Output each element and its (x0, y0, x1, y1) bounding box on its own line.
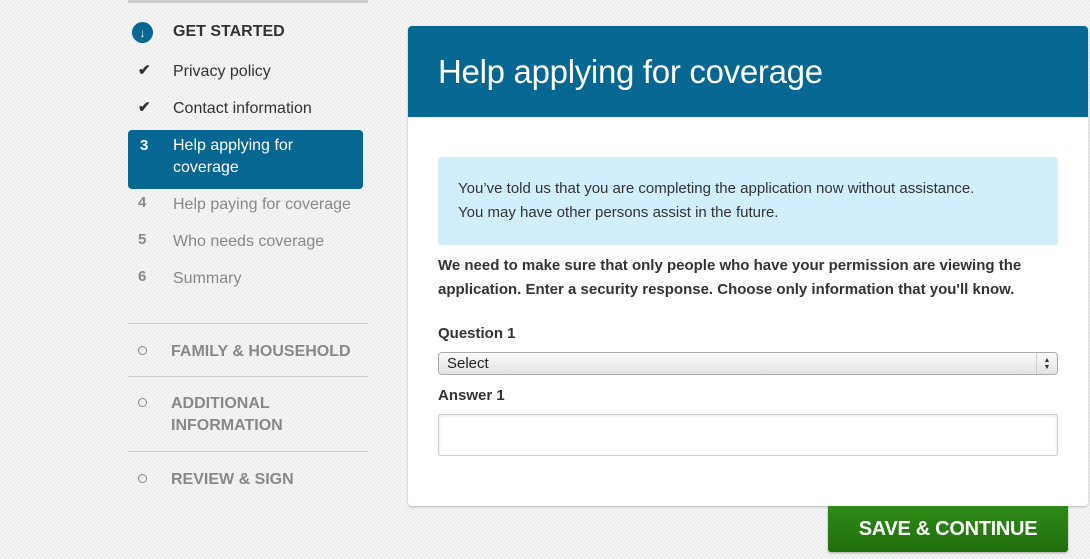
step-summary: 6 Summary (128, 268, 363, 290)
section-family-household: FAMILY & HOUSEHOLD (128, 341, 368, 363)
info-text-line-1: You’ve told us that you are completing t… (458, 180, 975, 197)
step-number: 3 (140, 137, 149, 154)
step-help-paying: 4 Help paying for coverage (128, 194, 363, 216)
divider (128, 323, 368, 324)
section-label: FAMILY & HOUSEHOLD (171, 343, 351, 360)
info-alert: You’ve told us that you are completing t… (438, 157, 1058, 245)
security-instructions: We need to make sure that only people wh… (438, 257, 1022, 298)
select-value: Select (447, 355, 489, 372)
divider (128, 451, 368, 452)
circle-outline-icon (138, 474, 147, 483)
step-number: 5 (138, 231, 147, 248)
sidebar-top-divider (128, 0, 368, 3)
step-label: Summary (173, 270, 242, 287)
section-label: REVIEW & SIGN (171, 471, 294, 488)
step-contact-information[interactable]: ✔ Contact information (128, 98, 363, 120)
step-label: Privacy policy (173, 63, 271, 80)
section-get-started[interactable]: ↓ GET STARTED (128, 18, 368, 46)
step-label: Who needs coverage (173, 233, 325, 250)
circle-outline-icon (138, 346, 147, 355)
step-label: Contact information (173, 100, 312, 117)
step-who-needs-coverage: 5 Who needs coverage (128, 231, 363, 253)
answer-1-input[interactable] (438, 414, 1058, 456)
checkmark-icon: ✔ (138, 62, 151, 79)
step-number: 6 (138, 268, 147, 285)
step-label: Help applying for coverage (173, 137, 294, 176)
divider (128, 376, 368, 377)
step-help-applying[interactable]: 3 Help applying for coverage (128, 130, 363, 189)
circle-outline-icon (138, 398, 147, 407)
step-number: 4 (138, 194, 147, 211)
save-continue-button[interactable]: SAVE & CONTINUE (828, 506, 1068, 552)
info-text-line-2: You may have other persons assist in the… (458, 204, 779, 221)
main-card: Help applying for coverage You’ve told u… (408, 26, 1088, 506)
section-label: ADDITIONAL INFORMATION (171, 395, 283, 434)
answer-1-label: Answer 1 (438, 387, 505, 404)
section-review-sign: REVIEW & SIGN (128, 469, 368, 491)
section-title: GET STARTED (173, 23, 285, 40)
question-1-label: Question 1 (438, 325, 516, 342)
page-title: Help applying for coverage (438, 52, 823, 90)
select-arrows-icon: ▲ ▼ (1036, 353, 1057, 374)
step-privacy-policy[interactable]: ✔ Privacy policy (128, 61, 363, 83)
section-additional-information: ADDITIONAL INFORMATION (128, 393, 368, 437)
step-label: Help paying for coverage (173, 196, 351, 213)
arrow-down-circle-icon: ↓ (132, 22, 153, 43)
card-header: Help applying for coverage (408, 26, 1088, 117)
checkmark-icon: ✔ (138, 99, 151, 116)
question-1-select[interactable]: Select ▲ ▼ (438, 352, 1058, 375)
